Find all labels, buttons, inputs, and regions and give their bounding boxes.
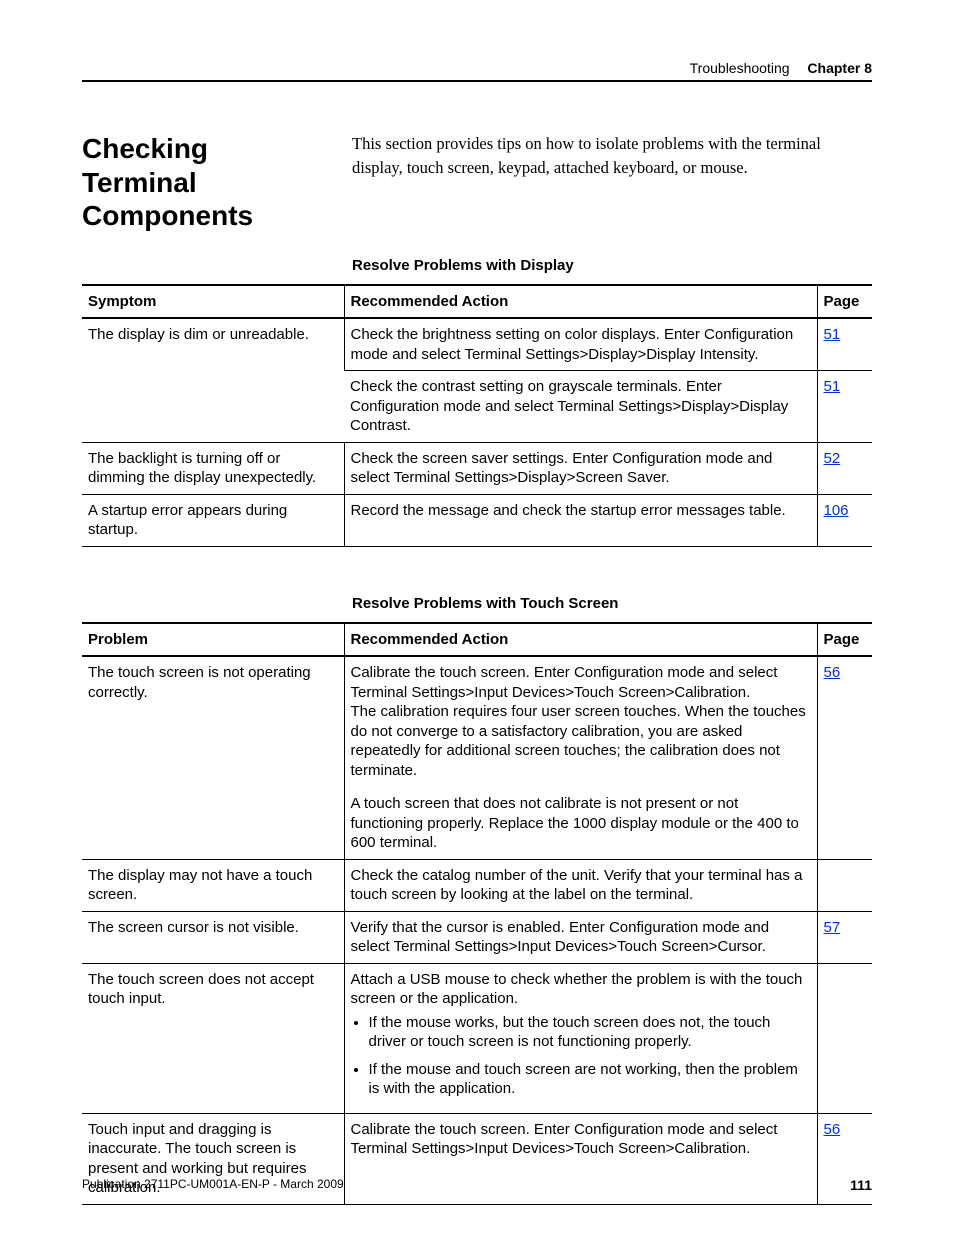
cell: A startup error appears during startup. — [82, 494, 344, 546]
cell: Attach a USB mouse to check whether the … — [344, 963, 817, 1113]
page-footer: Publication 2711PC-UM001A-EN-P - March 2… — [82, 1177, 872, 1193]
table-row: The display may not have a touch screen.… — [82, 859, 872, 911]
page-link[interactable]: 52 — [824, 450, 841, 467]
t2-h1: Problem — [82, 623, 344, 657]
section-heading: Checking Terminal Components — [82, 132, 322, 233]
t1-h1: Symptom — [82, 285, 344, 319]
cell: Check the catalog number of the unit. Ve… — [344, 859, 817, 911]
publication-id: Publication 2711PC-UM001A-EN-P - March 2… — [82, 1177, 344, 1193]
t1-h3: Page — [817, 285, 872, 319]
page-link[interactable]: 57 — [824, 919, 841, 936]
touch-problems-table: Problem Recommended Action Page The touc… — [82, 622, 872, 1205]
table-row: The backlight is turning off or dimming … — [82, 442, 872, 494]
text: Calibrate the touch screen. Enter Config… — [351, 664, 778, 701]
bullet-list: If the mouse works, but the touch screen… — [351, 1013, 809, 1099]
cell: 56 — [817, 656, 872, 859]
cell: Check the screen saver settings. Enter C… — [344, 442, 817, 494]
header-rule — [82, 80, 872, 82]
cell: The touch screen is not operating correc… — [82, 656, 344, 859]
t2-h3: Page — [817, 623, 872, 657]
page-link[interactable]: 51 — [824, 378, 841, 395]
bullet: If the mouse works, but the touch screen… — [369, 1013, 809, 1052]
cell: Record the message and check the startup… — [344, 494, 817, 546]
page-link[interactable]: 56 — [824, 1121, 841, 1138]
section-intro: This section provides tips on how to iso… — [352, 132, 872, 233]
table-row: The touch screen is not operating correc… — [82, 656, 872, 859]
page-link[interactable]: 51 — [824, 326, 841, 343]
page-link[interactable]: 56 — [824, 664, 841, 681]
cell: Calibrate the touch screen. Enter Config… — [344, 656, 817, 859]
cell: 52 — [817, 442, 872, 494]
running-header: Troubleshooting Chapter 8 — [82, 60, 872, 76]
cell: Check the contrast setting on grayscale … — [344, 371, 817, 443]
bullet: If the mouse and touch screen are not wo… — [369, 1060, 809, 1099]
table-row: The touch screen does not accept touch i… — [82, 963, 872, 1113]
text: A touch screen that does not calibrate i… — [351, 795, 799, 851]
t1-h2: Recommended Action — [344, 285, 817, 319]
cell: The screen cursor is not visible. — [82, 911, 344, 963]
header-section: Troubleshooting — [690, 60, 790, 76]
table-row: The screen cursor is not visible. Verify… — [82, 911, 872, 963]
table2-title: Resolve Problems with Touch Screen — [352, 595, 872, 612]
cell: The display may not have a touch screen. — [82, 859, 344, 911]
page-link[interactable]: 106 — [824, 502, 849, 519]
cell: The display is dim or unreadable. — [82, 318, 344, 442]
display-problems-table: Symptom Recommended Action Page The disp… — [82, 284, 872, 547]
text: The calibration requires four user scree… — [351, 703, 806, 779]
t2-h2: Recommended Action — [344, 623, 817, 657]
header-chapter: Chapter 8 — [807, 60, 872, 76]
cell — [817, 859, 872, 911]
table1-title: Resolve Problems with Display — [352, 257, 872, 274]
table-row: A startup error appears during startup. … — [82, 494, 872, 546]
page-number: 111 — [850, 1177, 872, 1193]
cell: The touch screen does not accept touch i… — [82, 963, 344, 1113]
cell: 51 — [817, 318, 872, 371]
cell: Check the brightness setting on color di… — [344, 318, 817, 371]
cell: The backlight is turning off or dimming … — [82, 442, 344, 494]
cell: 57 — [817, 911, 872, 963]
cell: Verify that the cursor is enabled. Enter… — [344, 911, 817, 963]
cell: 51 — [817, 371, 872, 443]
table-row: The display is dim or unreadable. Check … — [82, 318, 872, 371]
cell — [817, 963, 872, 1113]
cell: 106 — [817, 494, 872, 546]
text: Attach a USB mouse to check whether the … — [351, 971, 803, 1008]
